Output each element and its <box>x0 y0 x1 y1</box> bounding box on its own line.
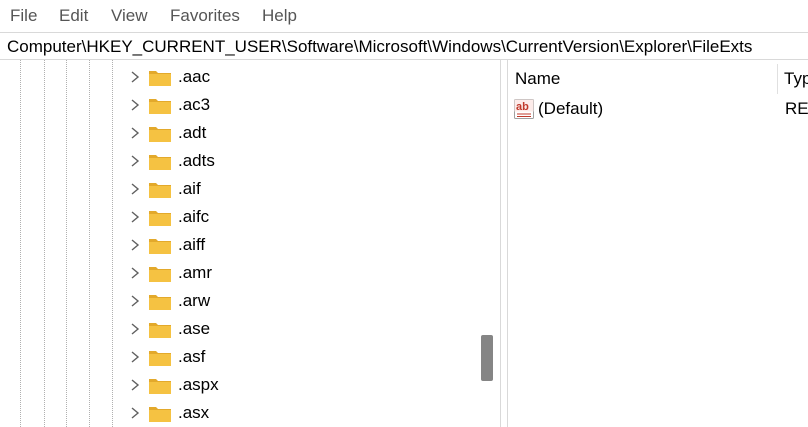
folder-icon <box>149 323 171 338</box>
column-header-type[interactable]: Typ <box>784 68 808 90</box>
menu-edit[interactable]: Edit <box>59 6 88 26</box>
folder-icon <box>149 99 171 114</box>
tree-item[interactable]: .asf <box>0 343 475 371</box>
tree-item-label: .ac3 <box>178 95 211 114</box>
tree-item[interactable]: .aac <box>0 63 475 91</box>
folder-icon <box>149 267 171 282</box>
tree-item-label: .ase <box>178 319 211 338</box>
chevron-right-icon[interactable] <box>128 97 142 113</box>
svg-text:ab: ab <box>516 101 529 113</box>
address-path[interactable]: Computer\HKEY_CURRENT_USER\Software\Micr… <box>7 36 752 58</box>
folder-icon <box>149 351 171 366</box>
reg-sz-icon: ab <box>514 99 534 119</box>
folder-icon <box>149 71 171 86</box>
chevron-right-icon[interactable] <box>128 265 142 281</box>
chevron-right-icon[interactable] <box>128 125 142 141</box>
folder-icon <box>149 379 171 394</box>
tree-item[interactable]: .aifc <box>0 203 475 231</box>
chevron-right-icon[interactable] <box>128 321 142 337</box>
tree-item[interactable]: .aif <box>0 175 475 203</box>
tree-item-label: .aif <box>178 179 201 198</box>
value-row[interactable]: ab (Default) REG <box>508 96 808 122</box>
column-divider[interactable] <box>777 64 778 94</box>
tree-item[interactable]: .arw <box>0 287 475 315</box>
tree-item-label: .arw <box>178 291 211 310</box>
address-bar[interactable]: Computer\HKEY_CURRENT_USER\Software\Micr… <box>0 32 808 60</box>
tree-item-label: .aiff <box>178 235 206 254</box>
tree-item[interactable]: .ac3 <box>0 91 475 119</box>
tree-item[interactable]: .aiff <box>0 231 475 259</box>
tree-item-label: .aac <box>178 67 211 86</box>
values-pane[interactable]: Name Typ ab (Default) REG <box>508 60 808 427</box>
tree-item[interactable]: .ase <box>0 315 475 343</box>
menu-favorites[interactable]: Favorites <box>170 6 240 26</box>
chevron-right-icon[interactable] <box>128 153 142 169</box>
tree-item-label: .amr <box>178 263 212 282</box>
value-name: (Default) <box>538 99 604 118</box>
chevron-right-icon[interactable] <box>128 69 142 85</box>
chevron-right-icon[interactable] <box>128 349 142 365</box>
registry-editor-window: File Edit View Favorites Help Computer\H… <box>0 0 808 427</box>
tree-item-label: .asx <box>178 403 210 422</box>
menu-help[interactable]: Help <box>262 6 297 26</box>
folder-icon <box>149 407 171 422</box>
folder-icon <box>149 239 171 254</box>
column-header-name[interactable]: Name <box>515 68 560 90</box>
tree-item-label: .adt <box>178 123 207 142</box>
folder-icon <box>149 127 171 142</box>
tree-item-label: .aifc <box>178 207 210 226</box>
tree-item-label: .asf <box>178 347 206 366</box>
folder-icon <box>149 155 171 170</box>
chevron-right-icon[interactable] <box>128 377 142 393</box>
folder-icon <box>149 295 171 310</box>
tree-item[interactable]: .aspx <box>0 371 475 399</box>
menu-bar: File Edit View Favorites Help <box>0 0 808 32</box>
tree-item[interactable]: .adt <box>0 119 475 147</box>
chevron-right-icon[interactable] <box>128 405 142 421</box>
tree-item[interactable]: .amr <box>0 259 475 287</box>
chevron-right-icon[interactable] <box>128 237 142 253</box>
menu-file[interactable]: File <box>10 6 37 26</box>
tree-item[interactable]: .asx <box>0 399 475 427</box>
chevron-right-icon[interactable] <box>128 181 142 197</box>
folder-icon <box>149 183 171 198</box>
pane-splitter[interactable] <box>500 60 508 427</box>
tree-item[interactable]: .adts <box>0 147 475 175</box>
value-type: REG <box>785 99 808 118</box>
menu-view[interactable]: View <box>111 6 148 26</box>
tree-item-label: .aspx <box>178 375 219 394</box>
chevron-right-icon[interactable] <box>128 293 142 309</box>
key-tree-pane[interactable]: .aac .ac3 .adt .adts .aif .aifc .aiff .amr .arw.… <box>0 60 500 427</box>
folder-icon <box>149 211 171 226</box>
tree-item-label: .adts <box>178 151 215 170</box>
chevron-right-icon[interactable] <box>128 209 142 225</box>
tree-scrollbar-thumb[interactable] <box>481 335 493 381</box>
